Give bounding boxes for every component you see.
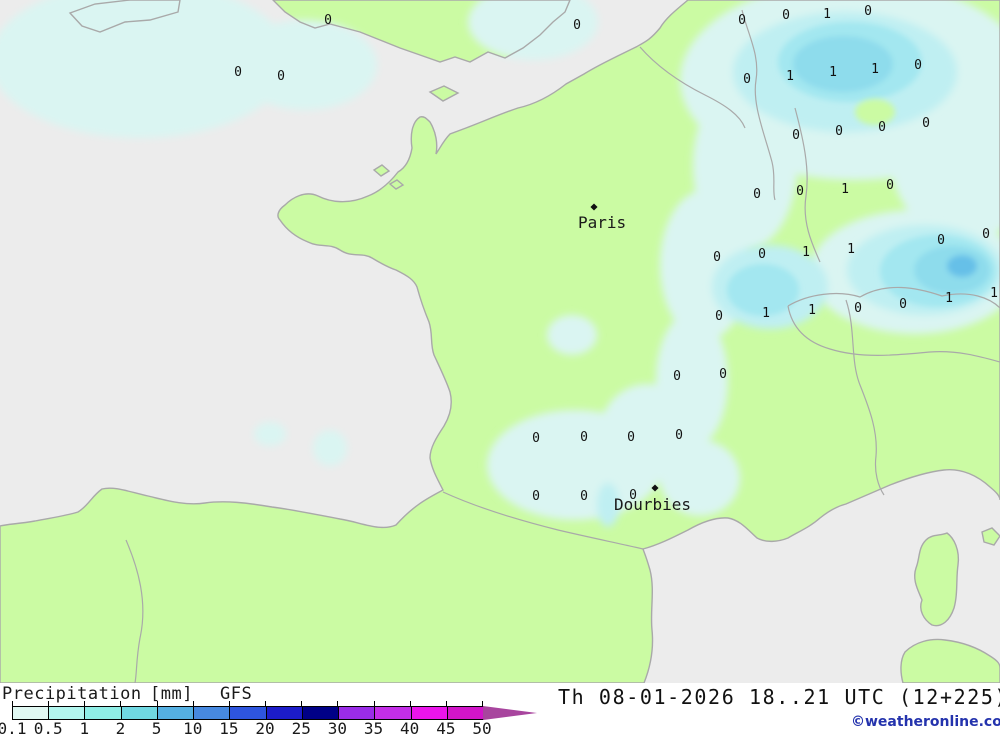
precip-value-label: 0 [782,8,790,23]
precip-value-label: 1 [786,69,794,84]
precip-value-label: 0 [234,65,242,80]
precip-value-label: 0 [982,227,990,242]
legend-tick-label: 0.5 [33,719,63,738]
precip-value-label: 0 [719,367,727,382]
legend-tick [482,701,483,707]
precip-value-label: 0 [937,233,945,248]
legend-color-segment [375,707,412,719]
legend-model: GFS [220,684,253,704]
legend-color-segment [85,707,122,719]
legend-tick [337,701,339,707]
precip-value-label: 1 [841,182,849,197]
precip-value-label: 0 [673,369,681,384]
precip-value-label: 0 [886,178,894,193]
legend-tick [409,701,411,707]
legend-tick-label: 30 [327,719,347,738]
legend-tick-label: 2 [115,719,126,738]
precip-value-label: 1 [871,62,879,77]
legend-tick-label: 1 [79,719,90,738]
precip-value-label: 0 [277,69,285,84]
legend-tick [445,701,447,707]
legend-tick-label: 45 [436,719,456,738]
precip-value-label: 1 [847,242,855,257]
precip-value-label: 0 [899,297,907,312]
legend-tick [265,701,267,707]
legend-tick [228,701,230,707]
precipitation-map: 0 0 0 0 1 0 0 0 0 1 1 1 0 0 0 0 0 0 0 1 0 0 0 1 1 0 0 0 1 1 0 0 1 1 0 0 0 0 0 0… [0,0,1000,684]
legend-tick-label: 20 [255,719,275,738]
precip-value-label: 1 [808,303,816,318]
precip-value-label: 0 [715,309,723,324]
legend: Precipitation [mm] GFS 0.1 0.5 1 2 5 10 15 20 25… [0,683,1000,738]
forecast-datetime: Th 08-01-2026 18..21 UTC (12+225) [558,685,1000,709]
precip-value-label: 1 [945,291,953,306]
legend-color-segment [49,707,86,719]
legend-tick-label: 0.1 [0,719,27,738]
precip-value-label: 0 [532,431,540,446]
legend-tick [120,701,122,707]
legend-tick [373,701,375,707]
legend-color-segment [447,707,484,719]
precip-value-label: 0 [753,187,761,202]
precip-value-label: 1 [762,306,770,321]
legend-tick [301,701,303,707]
precip-value-label: 0 [878,120,886,135]
precip-value-label: 0 [835,124,843,139]
legend-tick [12,701,13,707]
legend-colorbar [12,706,484,720]
legend-color-segment [266,707,303,719]
legend-tick-label: 15 [219,719,239,738]
legend-tick [84,701,86,707]
precip-value-label: 1 [990,286,998,301]
precip-value-label: 0 [627,430,635,445]
legend-color-segment [194,707,231,719]
legend-color-segment [339,707,376,719]
dry-gap [855,99,895,125]
precip-value-label: 1 [802,245,810,260]
legend-color-segment [13,707,50,719]
precip-value-label: 0 [914,58,922,73]
legend-tick-label: 40 [400,719,420,738]
precip-value-label: 0 [864,4,872,19]
precip-value-label: 0 [573,18,581,33]
city-label-paris: Paris [578,213,626,232]
precip-value-label: 0 [675,428,683,443]
precip-value-label: 0 [792,128,800,143]
legend-tick-label: 25 [291,719,311,738]
city-label-dourbies: Dourbies [614,495,691,514]
legend-color-segment [411,707,448,719]
precip-value-label: 0 [758,247,766,262]
legend-tick-label: 50 [472,719,492,738]
precip-value-label: 0 [854,301,862,316]
legend-tick-label: 35 [363,719,384,738]
legend-arrow [483,706,537,720]
precip-value-label: 0 [580,430,588,445]
precip-value-label: 0 [796,184,804,199]
precip-value-label: 1 [829,65,837,80]
legend-tick-label: 5 [151,719,162,738]
legend-color-segment [230,707,267,719]
map-canvas: 0 0 0 0 1 0 0 0 0 1 1 1 0 0 0 0 0 0 0 1 0 0 0 1 1 0 0 0 1 1 0 0 1 1 0 0 0 0 0 0… [0,0,1000,684]
legend-tick-label: 10 [183,719,203,738]
legend-tick [192,701,194,707]
legend-color-segment [121,707,158,719]
precip-value-label: 0 [743,72,751,87]
legend-color-segment [157,707,195,719]
precip-value-label: 0 [580,489,588,504]
precip-value-label: 0 [532,489,540,504]
precip-value-label: 1 [823,7,831,22]
legend-color-segment [302,707,340,719]
legend-tick [48,701,50,707]
legend-tick [156,701,158,707]
precip-value-label: 0 [922,116,930,131]
precip-value-label: 0 [713,250,721,265]
precip-value-label: 0 [738,13,746,28]
precip-value-label: 0 [324,13,332,28]
copyright-text: ©weatheronline.co.uk [851,714,1000,730]
